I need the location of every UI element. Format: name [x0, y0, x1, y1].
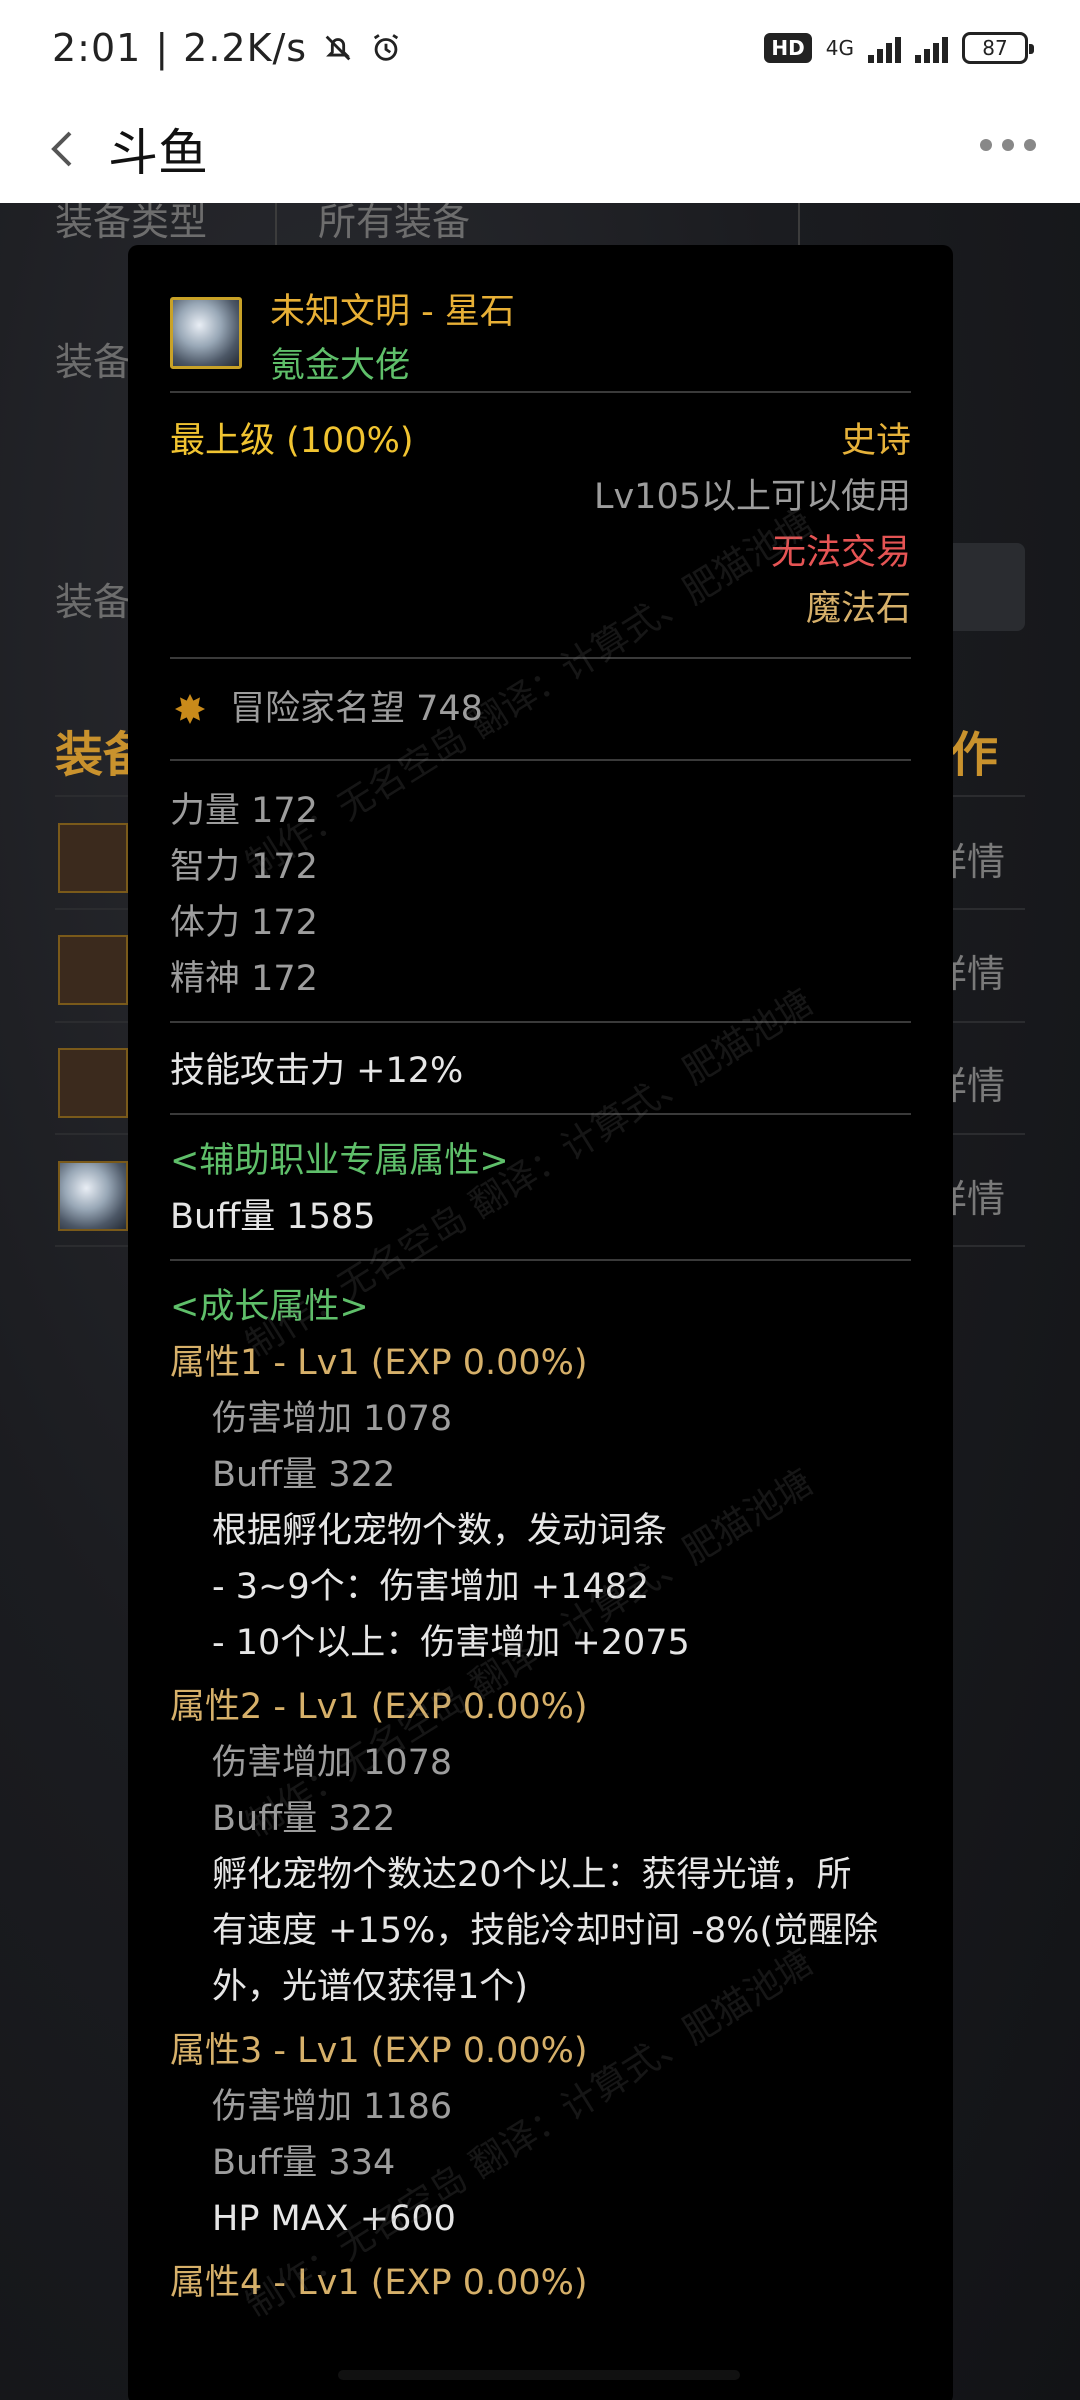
hd-badge: HD [764, 32, 812, 63]
status-right: HD 4G 87 [764, 31, 1034, 64]
growth-section: <成长属性> 属性1 - Lv1 (EXP 0.00%) 伤害增加 1078 B… [170, 1261, 911, 2311]
star-stone-icon [170, 297, 242, 369]
fame-crest-icon [175, 694, 205, 724]
fame-section: 冒险家名望 748 [170, 659, 911, 761]
attr3-buff: Buff量 334 [212, 2143, 396, 2183]
stat-spirit: 精神 172 [170, 959, 318, 999]
support-header: <辅助职业专属属性> [170, 1141, 509, 1181]
item-name: 未知文明 - 星石 [270, 292, 515, 332]
bg-item-thumb-1[interactable] [58, 823, 128, 893]
mute-bell-icon [325, 35, 351, 60]
signal-icon [868, 33, 901, 63]
status-bar: 2:01 | 2.2K/s HD 4G 87 [0, 0, 1080, 95]
support-section: <辅助职业专属属性> Buff量 1585 [170, 1115, 911, 1261]
attr1-desc: - 3~9个：伤害增加 +1482 [212, 1567, 650, 1607]
growth-header: <成长属性> [170, 1287, 369, 1327]
bg-item-thumb-4[interactable] [58, 1161, 128, 1231]
bg-section-right: 作 [950, 727, 999, 783]
adventurer-fame: 冒险家名望 748 [230, 689, 483, 729]
stat-intelligence: 智力 172 [170, 847, 318, 887]
attr1-damage: 伤害增加 1078 [212, 1399, 453, 1439]
bg-item-thumb-3[interactable] [58, 1048, 128, 1118]
attr2-desc: 孵化宠物个数达20个以上：获得光谱，所 [212, 1855, 852, 1895]
attr2-title: 属性2 - Lv1 (EXP 0.00%) [170, 1687, 588, 1727]
bg-equip-label-1: 装备 [55, 340, 132, 384]
attr1-title: 属性1 - Lv1 (EXP 0.00%) [170, 1343, 588, 1383]
bg-equip-label-2: 装备 [55, 580, 132, 624]
alarm-clock-icon [373, 33, 399, 61]
skill-attack-section: 技能攻击力 +12% [170, 1023, 911, 1115]
battery-level: 87 [982, 35, 1008, 60]
bg-type-value: 所有装备 [318, 203, 471, 244]
skill-attack: 技能攻击力 +12% [170, 1051, 464, 1091]
battery-icon: 87 [962, 31, 1034, 64]
attr1-desc: - 10个以上：伤害增加 +2075 [212, 1623, 690, 1663]
bg-item-thumb-2[interactable] [58, 935, 128, 1005]
attr3-title: 属性3 - Lv1 (EXP 0.00%) [170, 2031, 588, 2071]
stats-section: 力量 172 智力 172 体力 172 精神 172 [170, 761, 911, 1023]
nav-bar: 斗鱼 [0, 95, 1080, 203]
item-tooltip: 制作：无名空岛 翻译：计算式、肥猫池塘 制作：无名空岛 翻译：计算式、肥猫池塘 … [128, 245, 953, 2400]
signal-2-icon [915, 33, 948, 63]
status-net-speed: 2.2K/s [183, 25, 308, 70]
tooltip-header: 未知文明 - 星石 氪金大佬 [170, 245, 911, 393]
attr3-damage: 伤害增加 1186 [212, 2087, 453, 2127]
attr2-desc: 外，光谱仅获得1个) [212, 1967, 528, 2007]
network-type: 4G [825, 35, 854, 60]
attr2-buff: Buff量 322 [212, 1799, 396, 1839]
status-time: 2:01 [52, 25, 142, 70]
more-options-icon[interactable] [980, 139, 1036, 151]
item-type: 魔法石 [805, 589, 911, 629]
stat-vitality: 体力 172 [170, 903, 318, 943]
item-info-section: 最上级 (100%) 史诗 Lv105以上可以使用 无法交易 魔法石 [170, 393, 911, 659]
attr3-desc: HP MAX +600 [212, 2199, 456, 2239]
attr1-buff: Buff量 322 [212, 1455, 396, 1495]
buff-amount: Buff量 1585 [170, 1197, 376, 1237]
item-rarity: 史诗 [840, 421, 911, 461]
bg-type-label: 装备类型 [55, 203, 208, 244]
attr2-desc: 有速度 +15%，技能冷却时间 -8%(觉醒除 [212, 1911, 879, 1951]
item-title: 氪金大佬 [270, 346, 411, 386]
attr1-desc: 根据孵化宠物个数，发动词条 [212, 1511, 668, 1551]
attr4-title: 属性4 - Lv1 (EXP 0.00%) [170, 2263, 588, 2303]
nav-title: 斗鱼 [108, 124, 208, 182]
level-requirement: Lv105以上可以使用 [593, 477, 911, 517]
attr2-damage: 伤害增加 1078 [212, 1743, 453, 1783]
trade-status: 无法交易 [770, 533, 911, 573]
stat-strength: 力量 172 [170, 791, 318, 831]
status-left: 2:01 | 2.2K/s [52, 26, 403, 70]
home-indicator[interactable] [338, 2370, 740, 2380]
back-arrow-icon[interactable] [40, 125, 88, 173]
status-divider: | [155, 25, 170, 70]
item-grade: 最上级 (100%) [170, 421, 414, 461]
